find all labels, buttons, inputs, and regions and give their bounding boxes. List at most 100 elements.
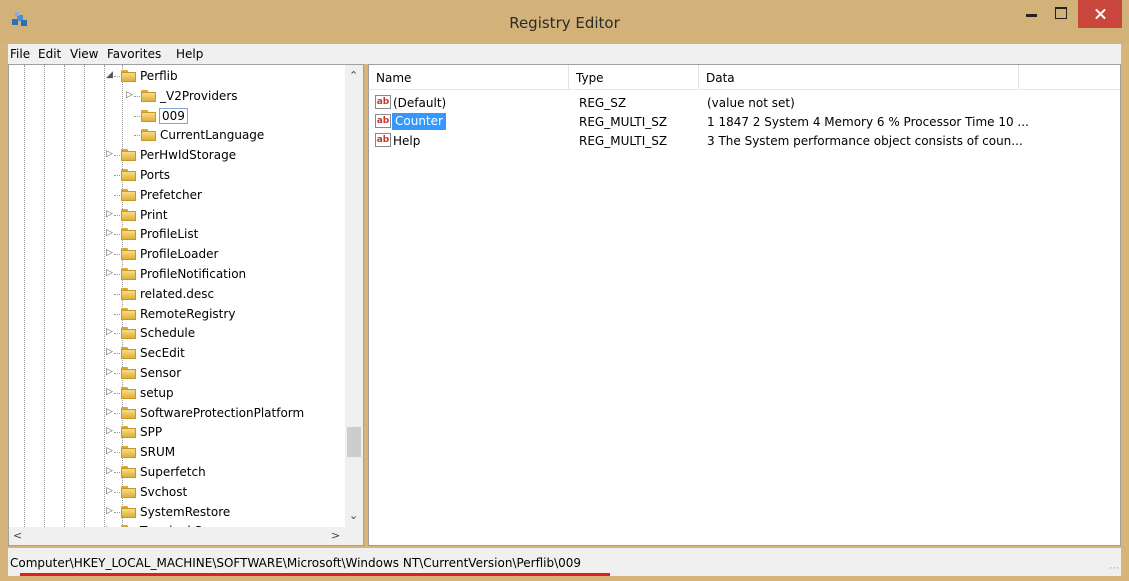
tree-item[interactable]: 009 — [9, 106, 339, 126]
scroll-right-icon[interactable]: > — [331, 529, 340, 542]
tree-item[interactable]: RemoteRegistry — [9, 304, 339, 324]
expand-closed-icon[interactable]: ▷ — [106, 209, 113, 219]
column-header-data[interactable]: Data — [699, 65, 1019, 89]
value-name: Counter — [392, 113, 446, 130]
scroll-thumb[interactable] — [347, 427, 361, 457]
expand-closed-icon[interactable]: ▷ — [106, 426, 113, 436]
expand-closed-icon[interactable]: ▷ — [106, 486, 113, 496]
column-header-name[interactable]: Name — [369, 65, 569, 89]
registry-values-list[interactable]: Name Type Data ab (Default) REG_SZ (value n… — [368, 64, 1121, 546]
value-data: (value not set) — [707, 96, 795, 110]
tree-item-label: CurrentLanguage — [160, 128, 265, 143]
tree-item[interactable]: CurrentLanguage — [9, 125, 339, 145]
status-bar: Computer\HKEY_LOCAL_MACHINE\SOFTWARE\Mic… — [8, 548, 1121, 576]
tree-item[interactable]: ▷ SPP — [9, 422, 339, 442]
folder-icon — [121, 287, 136, 300]
expand-closed-icon[interactable]: ▷ — [106, 367, 113, 377]
window-title: Registry Editor — [509, 14, 620, 32]
string-value-icon: ab — [375, 95, 391, 109]
value-type: REG_MULTI_SZ — [579, 134, 668, 148]
folder-icon — [121, 367, 136, 379]
tree-item[interactable]: ▷ SoftwareProtectionPlatform — [9, 403, 339, 423]
column-header-type[interactable]: Type — [569, 65, 699, 89]
resize-grip-icon[interactable]: ⋯ — [1109, 563, 1119, 574]
tree-item-label: Ports — [140, 168, 171, 182]
value-data: 3 The System performance object consists… — [707, 134, 1023, 148]
tree-item[interactable]: ▷ Sensor — [9, 363, 339, 383]
tree-horizontal-scrollbar[interactable]: < > — [9, 527, 363, 545]
value-row[interactable]: ab Help REG_MULTI_SZ 3 The System performan… — [369, 131, 1120, 151]
tree-item[interactable]: related.desc — [9, 284, 339, 304]
menu-help[interactable]: Help — [176, 47, 203, 61]
scroll-left-icon[interactable]: < — [13, 529, 22, 542]
tree-item[interactable]: Prefetcher — [9, 185, 339, 205]
tree-item-label: Svchost — [140, 484, 188, 499]
value-type: REG_SZ — [579, 96, 627, 110]
expand-closed-icon[interactable]: ▷ — [126, 90, 133, 100]
value-row[interactable]: ab (Default) REG_SZ (value not set) — [369, 93, 1120, 113]
value-name: (Default) — [393, 96, 447, 110]
tree-item[interactable]: ▷ Print — [9, 205, 339, 225]
string-value-icon: ab — [375, 114, 391, 128]
tree-item-label: SystemRestore — [140, 504, 231, 519]
expand-closed-icon[interactable]: ▷ — [106, 228, 113, 238]
tree-item[interactable]: ▷ ProfileList — [9, 224, 339, 244]
expand-closed-icon[interactable]: ▷ — [106, 466, 113, 476]
folder-icon — [121, 466, 136, 478]
maximize-icon[interactable] — [1047, 0, 1075, 28]
folder-icon — [121, 505, 136, 518]
folder-icon — [141, 89, 156, 102]
folder-icon — [121, 347, 136, 360]
tree-item[interactable]: ▷ Superfetch — [9, 462, 339, 482]
expand-closed-icon[interactable]: ▷ — [106, 407, 113, 417]
tree-item[interactable]: ▷ SystemRestore — [9, 502, 339, 522]
tree-item[interactable]: Ports — [9, 165, 339, 185]
expand-closed-icon[interactable]: ▷ — [106, 347, 113, 357]
tree-item[interactable]: ▷ PerHwIdStorage — [9, 145, 339, 165]
folder-icon — [121, 70, 136, 82]
value-row[interactable]: ab Counter REG_MULTI_SZ 1 1847 2 System 4 M… — [369, 112, 1120, 132]
tree-item[interactable]: ▷ SecEdit — [9, 343, 339, 363]
registry-key-tree[interactable]: ◢ Perflib ▷ _V2Providers 009 CurrentLanguage ▷… — [8, 64, 364, 546]
expand-closed-icon[interactable]: ▷ — [106, 327, 113, 337]
scroll-up-icon[interactable]: ⌃ — [349, 69, 358, 82]
menu-favorites[interactable]: Favorites — [107, 47, 161, 61]
tree-vertical-scrollbar[interactable]: ⌃ ⌄ — [345, 65, 363, 527]
tree-item[interactable]: ▷ Schedule — [9, 323, 339, 343]
minimize-icon[interactable] — [1018, 0, 1046, 28]
value-type: REG_MULTI_SZ — [579, 115, 668, 129]
scroll-down-icon[interactable]: ⌄ — [349, 509, 358, 522]
tree-item-label: RemoteRegistry — [140, 306, 236, 321]
close-icon[interactable] — [1078, 0, 1122, 28]
tree-item[interactable]: ▷ Svchost — [9, 482, 339, 502]
expand-closed-icon[interactable]: ▷ — [106, 446, 113, 456]
tree-item[interactable]: ▷ ProfileNotification — [9, 264, 339, 284]
tree-item-label: setup — [140, 385, 174, 400]
header-divider — [369, 89, 1120, 90]
menu-file[interactable]: File — [10, 47, 30, 61]
expand-closed-icon[interactable]: ▷ — [106, 268, 113, 278]
expand-closed-icon[interactable]: ▷ — [106, 149, 113, 159]
folder-icon — [121, 426, 136, 439]
annotation-underline — [20, 573, 610, 576]
expand-closed-icon[interactable]: ▷ — [106, 506, 113, 516]
folder-icon — [121, 307, 136, 320]
folder-icon — [121, 446, 136, 459]
menu-edit[interactable]: Edit — [38, 47, 61, 61]
tree-item-label: Schedule — [140, 326, 196, 341]
tree-item-label: Sensor — [140, 366, 182, 380]
tree-item[interactable]: ◢ Perflib — [9, 66, 339, 86]
title-bar[interactable]: Registry Editor — [0, 0, 1129, 44]
current-key-path: Computer\HKEY_LOCAL_MACHINE\SOFTWARE\Mic… — [10, 556, 582, 570]
tree-item[interactable]: ▷ ProfileLoader — [9, 244, 339, 264]
expand-open-icon[interactable]: ◢ — [106, 70, 113, 80]
expand-closed-icon[interactable]: ▷ — [106, 248, 113, 258]
tree-item[interactable]: ▷ SRUM — [9, 442, 339, 462]
tree-item[interactable]: ▷ setup — [9, 383, 339, 403]
menu-view[interactable]: View — [70, 47, 98, 61]
folder-icon — [121, 485, 136, 498]
tree-item-label: SecEdit — [140, 346, 185, 361]
expand-closed-icon[interactable]: ▷ — [106, 387, 113, 397]
tree-item[interactable]: ▷ _V2Providers — [9, 86, 339, 106]
tree-item-label: Perflib — [140, 69, 178, 83]
